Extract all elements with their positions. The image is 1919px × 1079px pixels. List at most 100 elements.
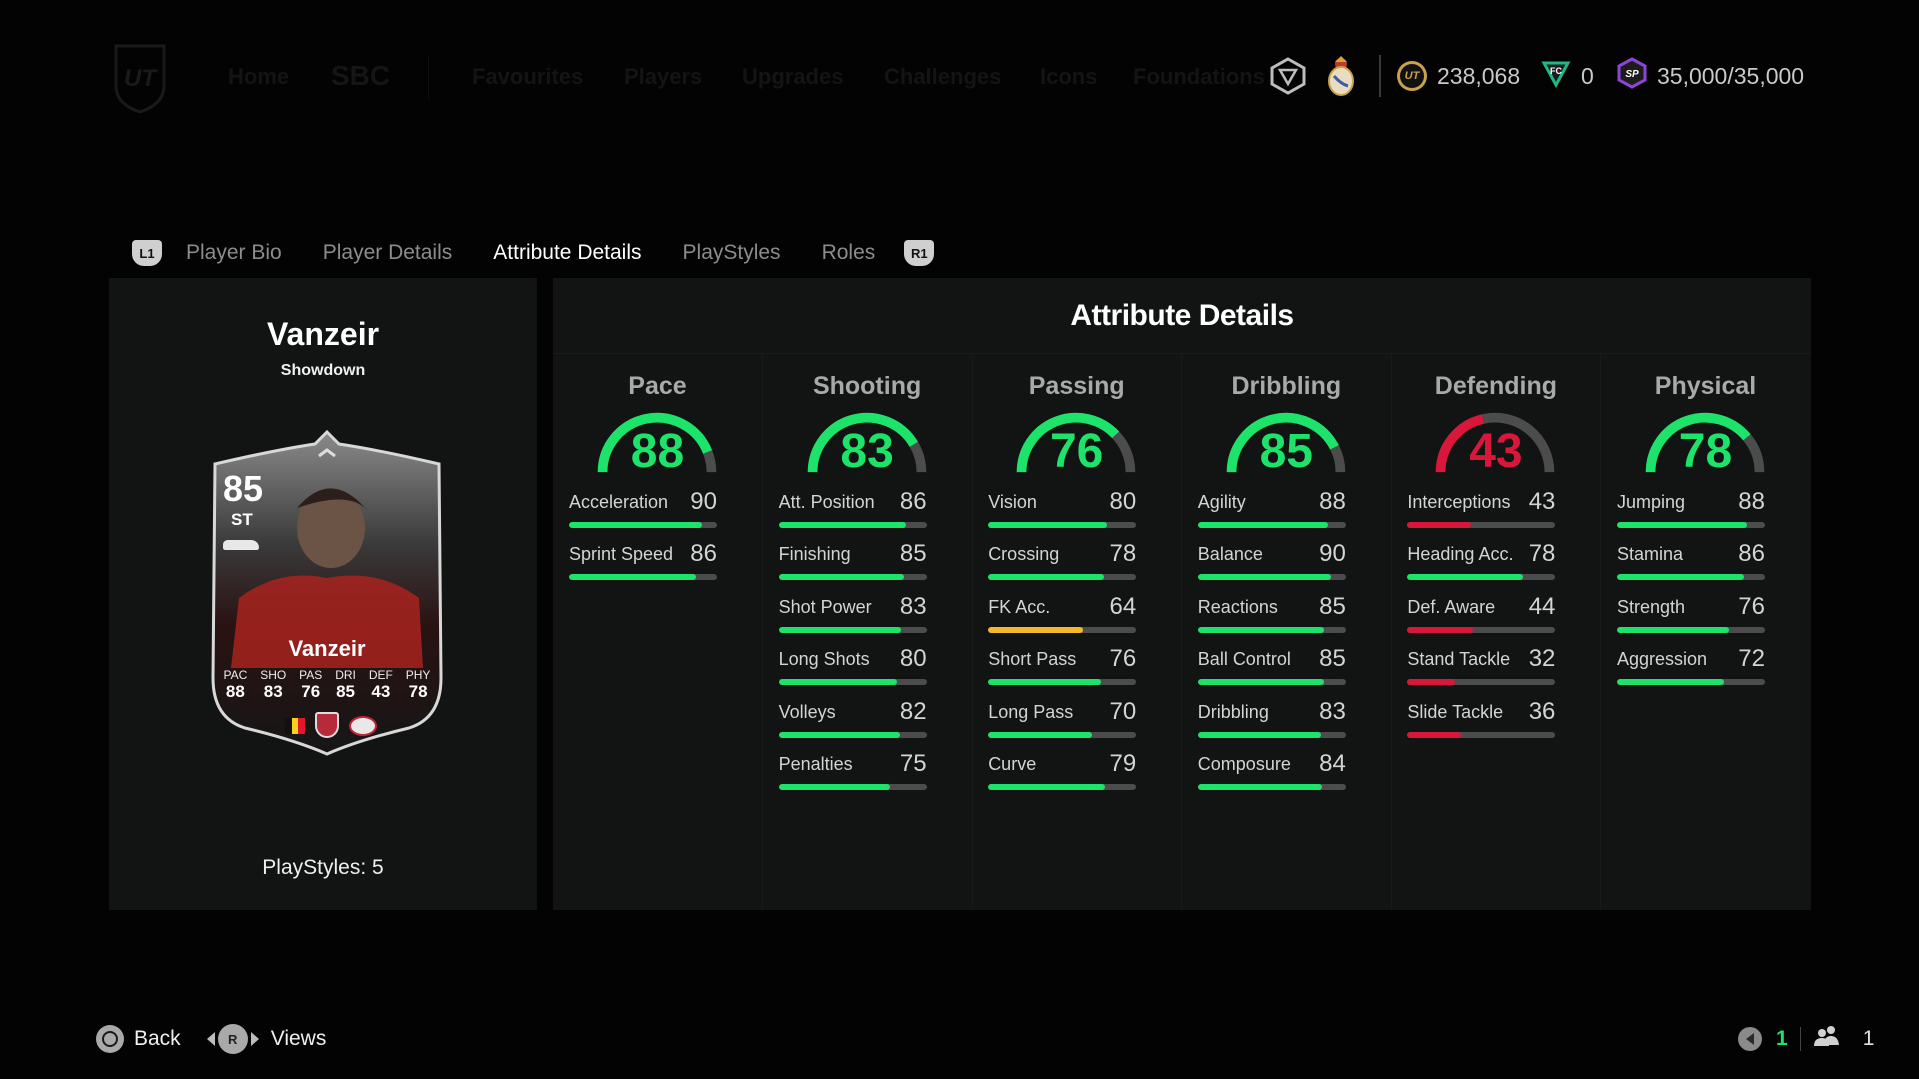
voice-chat-icon[interactable] [1738, 1027, 1762, 1051]
player-name: Vanzeir [266, 316, 380, 352]
svg-text:UT: UT [124, 65, 158, 92]
fc-points-icon: FC [1541, 58, 1571, 94]
card-position: ST [231, 510, 253, 529]
attribute-bar [1407, 626, 1556, 633]
attribute-value: 78 [1109, 540, 1137, 568]
category-title: Physical [1654, 372, 1757, 400]
attribute-bar [1197, 522, 1346, 528]
nav-players[interactable]: Players [624, 64, 702, 90]
attribute-bar [569, 522, 717, 528]
card-player-name: Vanzeir [288, 636, 366, 661]
card-type: Showdown [280, 362, 366, 379]
attribute-bar-fill [778, 626, 902, 633]
party-icon[interactable] [1813, 1025, 1841, 1053]
attribute-bar [1617, 679, 1765, 686]
attribute-bar-fill [1407, 626, 1473, 633]
attribute-label: Reactions [1197, 596, 1278, 617]
attribute-bar [1197, 626, 1346, 633]
attribute-row: Long Shots 80 [778, 645, 927, 699]
card-stats: PAC 88 SHO 83 PAS 76 DRI 85 DEF 43 PHY 78 [217, 668, 437, 702]
attribute-column-physical: Physical 78 Jumping 88 Stamina 86 Strength 76 Ag… [1601, 354, 1810, 910]
views-button[interactable]: Views [271, 1027, 327, 1051]
card-stat: DEF 43 [368, 668, 393, 701]
category-title: Shooting [812, 372, 922, 400]
attribute-value: 86 [690, 540, 717, 568]
attribute-row: Curve 79 [988, 750, 1137, 804]
attribute-value: 72 [1738, 645, 1765, 673]
attribute-row: Jumping 88 [1617, 488, 1765, 542]
detail-tabs: L1 Player Bio Player Details Attribute D… [132, 236, 935, 270]
nav-challenges[interactable]: Challenges [884, 64, 1001, 90]
nav-home[interactable]: Home [228, 64, 289, 90]
category-title: Passing [1028, 372, 1125, 400]
attribute-bar-fill [1617, 626, 1730, 633]
attribute-bar-fill [778, 784, 890, 790]
party-count: 1 [1862, 1027, 1875, 1050]
attribute-bar-fill [1197, 626, 1324, 633]
attribute-value: 88 [1319, 488, 1346, 515]
attribute-row: Stamina 86 [1617, 540, 1765, 594]
attribute-bar-fill [1197, 679, 1324, 686]
boot-icon [223, 540, 259, 550]
attribute-label: FK Acc. [988, 596, 1051, 617]
attribute-bar-fill [778, 731, 900, 738]
tab-player-details[interactable]: Player Details [323, 241, 453, 265]
attribute-value: 83 [1319, 697, 1346, 725]
attribute-value: 90 [1319, 540, 1346, 568]
attribute-column-shooting: Shooting 83 Att. Position 86 Finishing 85 Shot… [763, 354, 973, 910]
attribute-label: Shot Power [778, 596, 872, 617]
ut-logo: UT [112, 42, 168, 114]
attribute-row: Ball Control 85 [1197, 645, 1346, 699]
attribute-row: Def. Aware 44 [1407, 593, 1556, 647]
nav-foundations[interactable]: Foundations [1133, 64, 1265, 90]
nav-sbc[interactable]: SBC [331, 60, 390, 92]
r-stick-button[interactable]: R [217, 1024, 248, 1054]
l1-button[interactable]: L1 [132, 240, 162, 266]
nav-upgrades[interactable]: Upgrades [742, 64, 843, 90]
category-title: Pace [628, 372, 687, 400]
attribute-value: 78 [1528, 540, 1556, 568]
attribute-row: Stand Tackle 32 [1407, 645, 1556, 699]
attribute-label: Def. Aware [1407, 596, 1496, 617]
nation-flag-icon [285, 718, 306, 734]
tab-playstyles[interactable]: PlayStyles [683, 241, 781, 265]
nav-icons[interactable]: Icons [1040, 64, 1097, 90]
attribute-bar [1407, 731, 1556, 738]
tab-roles[interactable]: Roles [822, 241, 876, 265]
club-badge-icon [349, 716, 377, 736]
attribute-value: 75 [899, 750, 927, 777]
attribute-bar-fill [778, 522, 906, 528]
attribute-row: Vision 80 [988, 488, 1137, 542]
attribute-bar [1617, 626, 1765, 633]
right-arrow-icon [250, 1032, 259, 1046]
attribute-bar-fill [1197, 731, 1321, 738]
attribute-bar [988, 626, 1137, 633]
nav-favourites[interactable]: Favourites [472, 64, 583, 90]
attribute-bar [778, 522, 927, 528]
division-badge-icon[interactable] [1268, 56, 1308, 96]
attribute-label: Stand Tackle [1407, 649, 1511, 670]
season-points-balance: SP 35,000/35,000 [1617, 56, 1804, 96]
circle-button-icon[interactable] [96, 1025, 124, 1053]
attribute-label: Aggression [1617, 649, 1708, 670]
back-button[interactable]: Back [134, 1027, 181, 1051]
attribute-label: Dribbling [1197, 701, 1269, 722]
club-crest-icon[interactable] [1326, 54, 1356, 96]
attribute-bar-fill [778, 574, 905, 581]
attribute-label: Strength [1617, 596, 1686, 617]
attribute-bar [988, 522, 1137, 528]
attribute-value: 82 [899, 697, 927, 725]
r1-button[interactable]: R1 [904, 240, 935, 266]
fc-points-balance: FC 0 [1541, 56, 1594, 96]
attribute-row: Balance 90 [1197, 540, 1346, 594]
card-stat: SHO 83 [260, 668, 287, 701]
attribute-bar-fill [569, 522, 703, 528]
attribute-bar [988, 731, 1137, 738]
attribute-bar [1197, 679, 1346, 686]
tab-attribute-details[interactable]: Attribute Details [493, 241, 641, 265]
player-card[interactable]: 85 ST Vanzeir PAC 88 SHO 83 PAS 76 DRI 85 DE… [209, 428, 445, 758]
attribute-bar-fill [1617, 522, 1748, 528]
tab-player-bio[interactable]: Player Bio [186, 241, 282, 265]
attribute-row: Volleys 82 [778, 698, 927, 752]
attribute-bar [1197, 731, 1346, 738]
